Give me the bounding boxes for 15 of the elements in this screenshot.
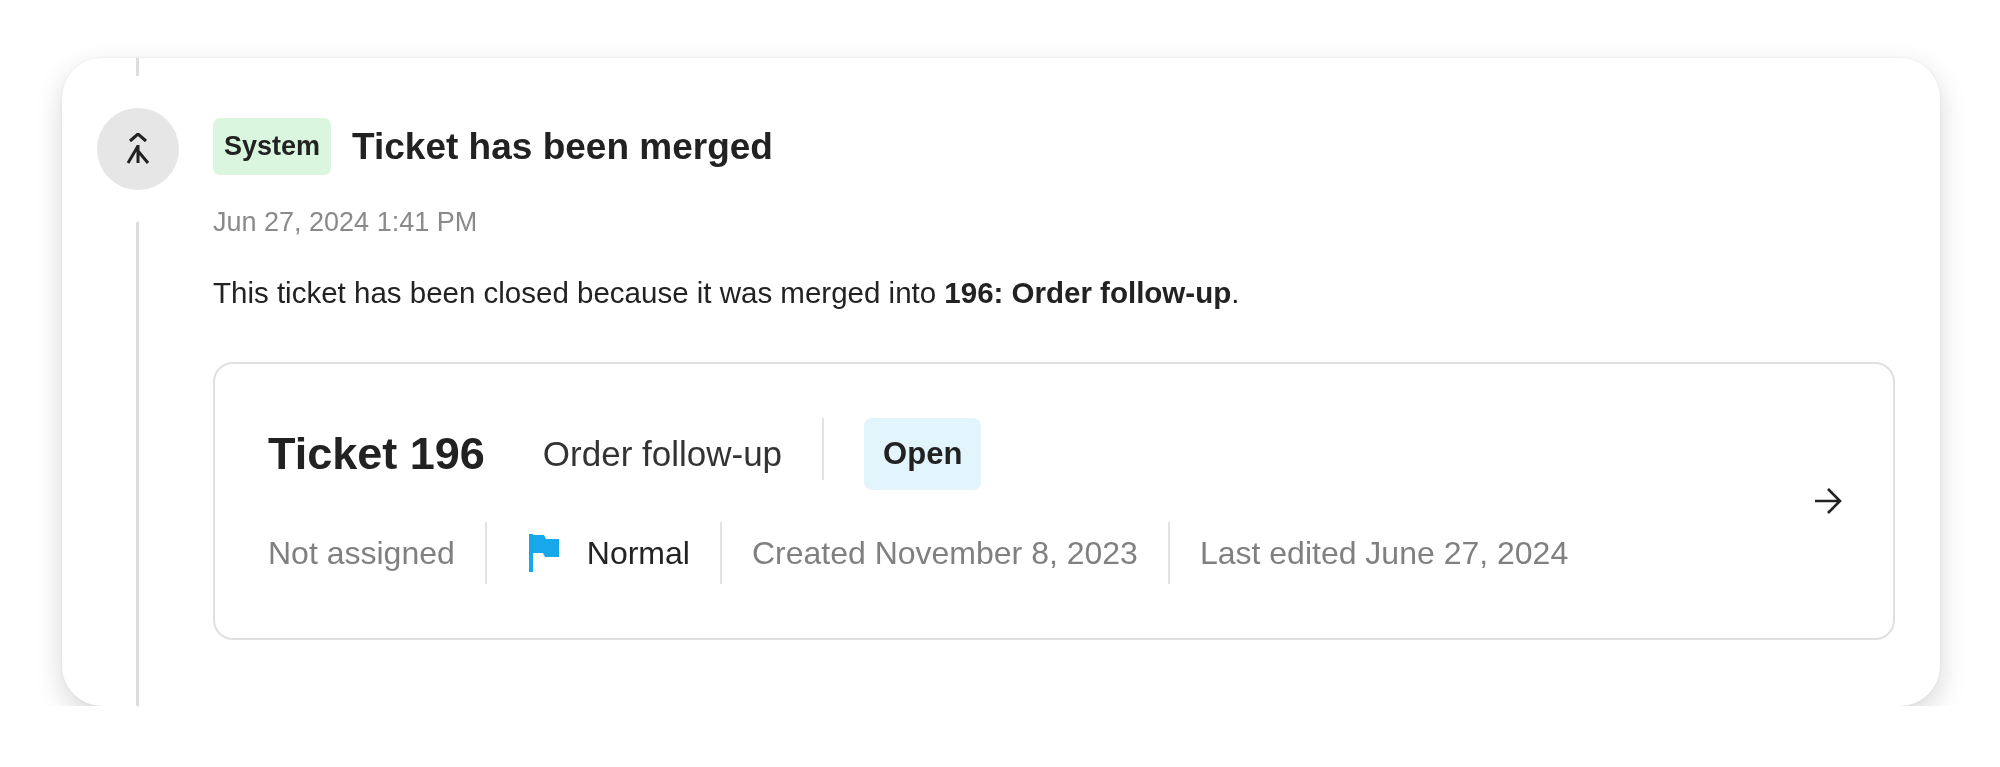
event-message: This ticket has been closed because it was merged into 196: Order follow-up.: [213, 276, 1241, 310]
arrow-right-icon[interactable]: [1813, 487, 1843, 515]
ticket-card[interactable]: Ticket 196 Order follow-up Open Not assigned Normal Created November 8, 2023 Last edited June 27, 2024: [213, 362, 1895, 640]
priority-label: Normal: [586, 534, 690, 572]
ticket-title: Ticket 196: [268, 428, 485, 480]
event-title: Ticket has been merged: [352, 125, 773, 168]
assignee-label: Not assigned: [268, 534, 455, 572]
event-timestamp: Jun 27, 2024 1:41 PM: [213, 207, 479, 238]
merge-icon: [124, 133, 151, 165]
system-badge: System: [213, 118, 332, 175]
status-badge: Open: [864, 418, 982, 490]
created-date: Created November 8, 2023: [751, 534, 1138, 572]
edited-date: Last edited June 27, 2024: [1199, 534, 1569, 572]
flag-icon: [526, 532, 561, 574]
ticket-subject: Order follow-up: [542, 434, 783, 474]
